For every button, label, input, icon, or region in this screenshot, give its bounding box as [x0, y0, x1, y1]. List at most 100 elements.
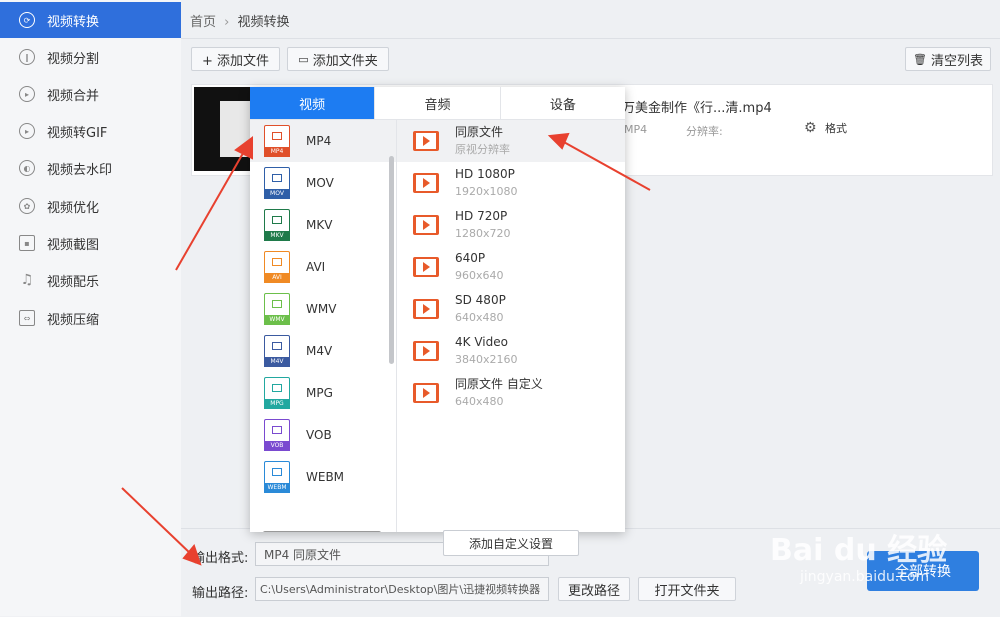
output-path-value: C:\Users\Administrator\Desktop\图片\迅捷视频转换…	[260, 583, 541, 596]
m4v-file-icon: M4V	[264, 335, 290, 367]
watermark-remove-icon: ◐	[19, 160, 35, 176]
resolution-item[interactable]: 640P 960x640	[397, 246, 625, 288]
format-item-mkv[interactable]: MKV MKV	[250, 204, 396, 246]
sidebar-item-video-watermark[interactable]: ◐ 视频去水印	[0, 150, 181, 186]
resolution-name: SD 480P	[455, 293, 506, 307]
mpg-file-icon: MPG	[264, 377, 290, 409]
format-settings-button[interactable]: ⚙ 格式	[804, 120, 847, 136]
format-item-wmv[interactable]: WMV WMV	[250, 288, 396, 330]
resolution-size: 960x640	[455, 269, 504, 282]
resolution-size: 3840x2160	[455, 353, 518, 366]
sidebar-item-label: 视频压缩	[47, 312, 100, 328]
resolution-name: HD 1080P	[455, 167, 515, 181]
sidebar-item-label: 视频转GIF	[47, 125, 108, 141]
add-custom-settings-button[interactable]: 添加自定义设置	[443, 530, 579, 556]
resolution-size: 1280x720	[455, 227, 511, 240]
mp4-file-icon: MP4	[264, 125, 290, 157]
add-file-label: + 添加文件	[201, 53, 270, 69]
add-file-button[interactable]: + 添加文件	[191, 47, 280, 71]
sidebar-item-video-compress[interactable]: ⇔ 视频压缩	[0, 300, 181, 336]
resolution-name: 640P	[455, 251, 486, 265]
breadcrumb-current: 视频转换	[237, 15, 290, 30]
format-item-avi[interactable]: AVI AVI	[250, 246, 396, 288]
screenshot-icon: ▪	[19, 235, 35, 251]
sidebar-item-video-screenshot[interactable]: ▪ 视频截图	[0, 225, 181, 261]
sidebar-item-video-split[interactable]: ‖ 视频分割	[0, 39, 181, 75]
format-label: M4V	[306, 344, 333, 358]
sidebar-item-label: 视频截图	[47, 237, 100, 253]
sidebar-item-label: 视频转换	[47, 14, 100, 30]
file-format: MP4	[624, 123, 648, 136]
breadcrumb-home[interactable]: 首页	[190, 15, 216, 30]
format-item-webm[interactable]: WEBM WEBM	[250, 456, 396, 498]
tab-audio[interactable]: 音频	[374, 87, 499, 119]
video-file-icon	[413, 383, 439, 403]
resolution-item[interactable]: SD 480P 640x480	[397, 288, 625, 330]
resolution-item[interactable]: 同原文件 自定义 640x480	[397, 372, 625, 414]
format-list-scrollbar[interactable]	[389, 156, 394, 364]
format-search-input[interactable]: ○ 搜索	[263, 531, 381, 532]
resolution-size: 640x480	[455, 311, 504, 324]
divider	[181, 38, 1000, 39]
breadcrumb: 首页 › 视频转换	[190, 11, 290, 30]
sidebar-item-label: 视频去水印	[47, 162, 113, 178]
watermark-brand: Bai du 经验	[770, 533, 948, 568]
format-tabs: 视频 音频 设备	[250, 87, 625, 120]
output-path-field[interactable]: C:\Users\Administrator\Desktop\图片\迅捷视频转换…	[255, 577, 549, 601]
mov-file-icon: MOV	[264, 167, 290, 199]
format-item-mp4[interactable]: MP4 MP4	[250, 120, 396, 162]
folder-icon: ▭	[298, 52, 309, 66]
resolution-name: 同原文件 自定义	[455, 377, 543, 391]
sidebar-item-video-gif[interactable]: ▸ 视频转GIF	[0, 113, 181, 149]
sidebar-item-label: 视频合并	[47, 88, 100, 104]
merge-icon: ▸	[19, 86, 35, 102]
breadcrumb-separator: ›	[224, 15, 230, 30]
resolution-size: 原视分辨率	[455, 143, 510, 156]
format-label: 格式	[825, 122, 848, 135]
vob-file-icon: VOB	[264, 419, 290, 451]
sidebar-item-video-music[interactable]: ♫ 视频配乐	[0, 262, 181, 298]
sidebar-item-label: 视频优化	[47, 200, 100, 216]
webm-file-icon: WEBM	[264, 461, 290, 493]
output-format-label: 输出格式:	[192, 551, 249, 566]
sidebar-item-video-merge[interactable]: ▸ 视频合并	[0, 76, 181, 112]
tab-video[interactable]: 视频	[250, 87, 375, 119]
sidebar-item-video-convert[interactable]: ⟳ 视频转换	[0, 2, 181, 38]
file-resolution-label: 分辨率:	[686, 125, 723, 138]
clear-list-label: 清空列表	[930, 53, 983, 69]
format-label: AVI	[306, 260, 326, 274]
wmv-file-icon: WMV	[264, 293, 290, 325]
format-item-vob[interactable]: VOB VOB	[250, 414, 396, 456]
video-file-icon	[413, 341, 439, 361]
open-folder-button[interactable]: 打开文件夹	[638, 577, 736, 601]
video-file-icon	[413, 173, 439, 193]
output-format-value: MP4 同原文件	[264, 547, 342, 562]
sidebar-item-video-optimize[interactable]: ✿ 视频优化	[0, 188, 181, 224]
trash-icon: 🗑	[913, 52, 927, 66]
add-folder-button[interactable]: ▭ 添加文件夹	[287, 47, 389, 71]
format-label: MP4	[306, 134, 332, 148]
format-item-mov[interactable]: MOV MOV	[250, 162, 396, 204]
format-item-m4v[interactable]: M4V M4V	[250, 330, 396, 372]
avi-file-icon: AVI	[264, 251, 290, 283]
change-path-label: 更改路径	[567, 583, 620, 599]
change-path-button[interactable]: 更改路径	[558, 577, 630, 601]
resolution-item[interactable]: 4K Video 3840x2160	[397, 330, 625, 372]
format-label: MKV	[306, 218, 333, 232]
clear-list-button[interactable]: 🗑 清空列表	[905, 47, 991, 71]
format-item-mpg[interactable]: MPG MPG	[250, 372, 396, 414]
format-label: MPG	[306, 386, 333, 400]
resolution-item[interactable]: HD 720P 1280x720	[397, 204, 625, 246]
format-popup: 视频 音频 设备 MP4 MP4 MOV MOV MKV MKV AVI AVI…	[250, 87, 625, 556]
format-label: WEBM	[306, 470, 345, 484]
resolution-name: HD 720P	[455, 209, 508, 223]
open-folder-label: 打开文件夹	[654, 583, 720, 599]
optimize-icon: ✿	[19, 198, 35, 214]
video-file-icon	[413, 215, 439, 235]
format-label: MOV	[306, 176, 334, 190]
tab-device[interactable]: 设备	[499, 87, 625, 119]
resolution-item[interactable]: 同原文件 原视分辨率	[397, 120, 625, 162]
baidu-watermark: Bai du 经验 jingyan.baidu.com	[760, 505, 1000, 595]
resolution-item[interactable]: HD 1080P 1920x1080	[397, 162, 625, 204]
mkv-file-icon: MKV	[264, 209, 290, 241]
